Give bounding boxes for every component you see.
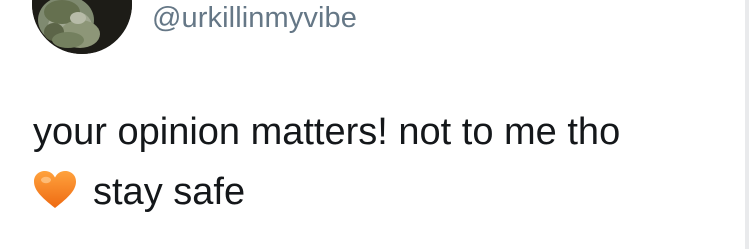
orange-heart-icon <box>34 171 76 208</box>
avatar-image <box>32 0 132 54</box>
tweet-text: your opinion matters! not to me tho stay… <box>33 102 733 222</box>
tweet-card: @urkillinmyvibe your opinion matters! no… <box>0 0 749 249</box>
tweet-text-line-1: your opinion matters! not to me tho <box>33 111 621 153</box>
avatar[interactable] <box>32 0 132 54</box>
tweet-text-line-2: stay safe <box>33 162 733 222</box>
tweet-text-line-2-label: stay safe <box>93 171 246 213</box>
username-handle[interactable]: @urkillinmyvibe <box>152 1 357 35</box>
scroll-edge-divider <box>745 0 749 249</box>
